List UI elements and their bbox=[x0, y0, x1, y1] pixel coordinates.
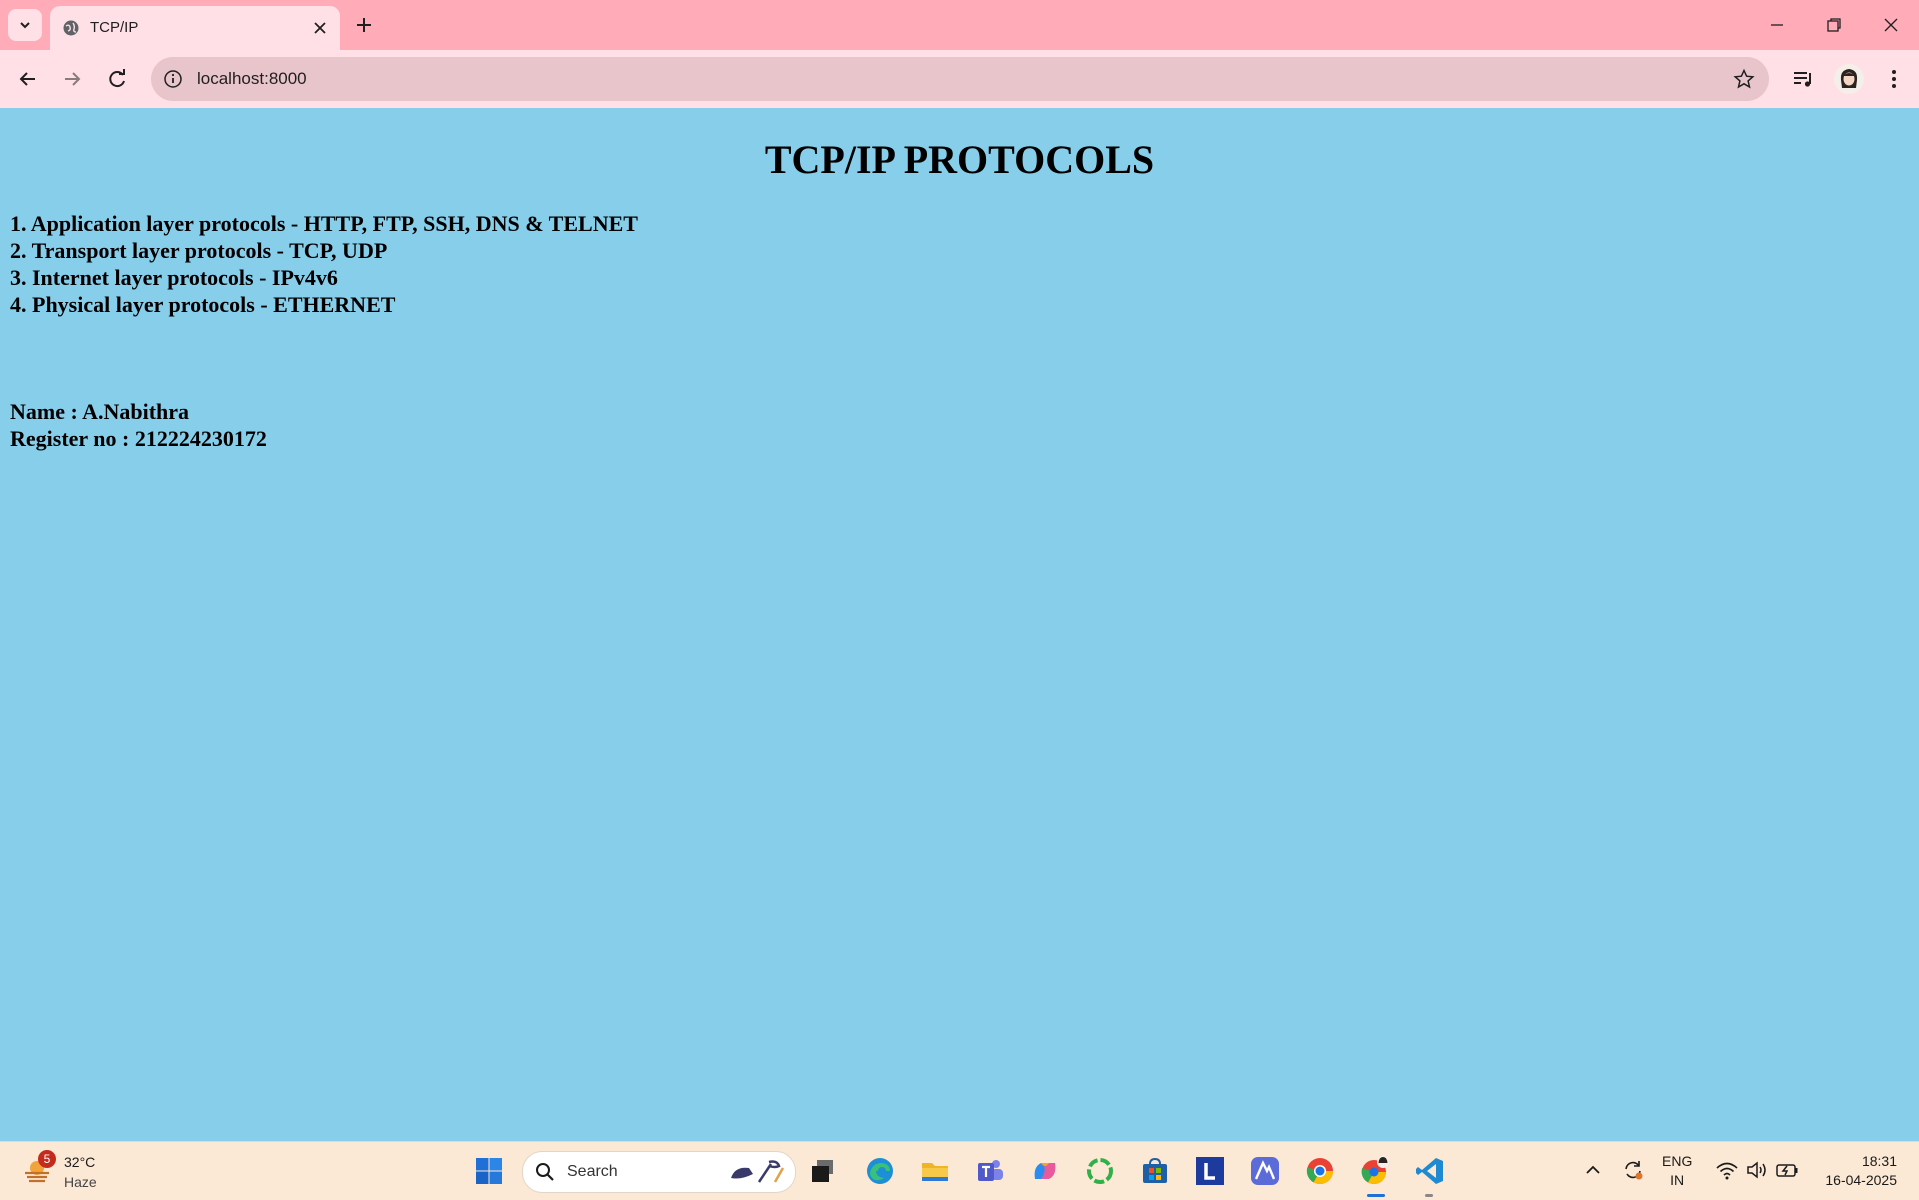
clock-time: 18:31 bbox=[1861, 1153, 1897, 1169]
minimize-icon[interactable] bbox=[1764, 12, 1790, 38]
page-body: TCP/IP PROTOCOLS 1. Application layer pr… bbox=[0, 108, 1919, 1141]
a-app[interactable] bbox=[1247, 1153, 1283, 1189]
back-arrow-icon[interactable] bbox=[14, 65, 42, 93]
close-window-icon[interactable] bbox=[1878, 12, 1904, 38]
chrome-icon bbox=[1306, 1158, 1334, 1185]
list-item: 2. Transport layer protocols - TCP, UDP bbox=[10, 238, 388, 263]
circle-app[interactable] bbox=[1082, 1153, 1118, 1189]
list-item: 4. Physical layer protocols - ETHERNET bbox=[10, 292, 396, 317]
store-icon bbox=[1143, 1157, 1167, 1183]
task-view-icon bbox=[812, 1160, 833, 1182]
region-code: IN bbox=[1670, 1172, 1685, 1188]
active-indicator bbox=[1367, 1194, 1385, 1197]
ring-app-icon bbox=[1087, 1158, 1113, 1184]
chevron-down-icon bbox=[20, 22, 30, 29]
chevron-up-icon[interactable] bbox=[1580, 1156, 1606, 1184]
media-controls-icon[interactable] bbox=[1788, 64, 1818, 94]
url-text[interactable]: localhost:8000 bbox=[197, 69, 307, 89]
tab-strip: TCP/IP bbox=[0, 0, 1919, 50]
close-icon[interactable] bbox=[310, 18, 330, 38]
store-app[interactable] bbox=[1137, 1153, 1173, 1189]
taskbar: 5 32°C Haze Search ENG IN 18:31 16-04-20… bbox=[0, 1141, 1919, 1200]
tab-search-button[interactable] bbox=[8, 9, 42, 41]
search-icon bbox=[536, 1163, 554, 1181]
weather-widget[interactable]: 5 32°C Haze bbox=[22, 1150, 112, 1194]
task-view-button[interactable] bbox=[805, 1153, 841, 1189]
globe-icon bbox=[63, 20, 79, 36]
tab-title: TCP/IP bbox=[90, 19, 139, 36]
address-bar[interactable]: localhost:8000 bbox=[151, 57, 1769, 101]
teams-app[interactable] bbox=[972, 1153, 1008, 1189]
search-highlight-icon bbox=[731, 1160, 785, 1183]
chrome-app[interactable] bbox=[1302, 1153, 1338, 1189]
restore-icon[interactable] bbox=[1821, 12, 1847, 38]
list-item: 3. Internet layer protocols - IPv4v6 bbox=[10, 265, 338, 290]
notification-badge: 5 bbox=[38, 1150, 56, 1168]
weather-condition: Haze bbox=[64, 1174, 97, 1190]
language-indicator[interactable]: ENG IN bbox=[1662, 1152, 1692, 1190]
reload-icon[interactable] bbox=[103, 65, 131, 93]
running-indicator bbox=[1425, 1194, 1433, 1197]
student-info: Name : A.Nabithra Register no : 21222423… bbox=[10, 398, 267, 452]
windows-logo-icon bbox=[476, 1158, 502, 1184]
sync-icon[interactable] bbox=[1620, 1156, 1646, 1184]
list-item: 1. Application layer protocols - HTTP, F… bbox=[10, 211, 638, 236]
browser-toolbar: localhost:8000 bbox=[0, 50, 1919, 109]
protocol-list: 1. Application layer protocols - HTTP, F… bbox=[10, 210, 638, 318]
teams-icon bbox=[978, 1160, 1003, 1181]
page-title: TCP/IP PROTOCOLS bbox=[764, 137, 1155, 182]
bookmark-star-icon[interactable] bbox=[1733, 68, 1755, 90]
search-placeholder: Search bbox=[567, 1163, 618, 1180]
vscode-app[interactable] bbox=[1412, 1153, 1448, 1189]
copilot-app[interactable] bbox=[1027, 1153, 1063, 1189]
vscode-icon bbox=[1416, 1158, 1443, 1184]
language-code: ENG bbox=[1662, 1153, 1693, 1169]
taskbar-search[interactable]: Search bbox=[522, 1151, 796, 1193]
triangle-logo-icon bbox=[1251, 1157, 1279, 1185]
system-clock[interactable]: 18:31 16-04-2025 bbox=[1825, 1152, 1897, 1190]
volume-icon[interactable] bbox=[1744, 1156, 1770, 1184]
profile-avatar[interactable] bbox=[1834, 64, 1864, 94]
file-explorer-app[interactable] bbox=[917, 1153, 953, 1189]
l-app[interactable] bbox=[1192, 1153, 1228, 1189]
edge-app[interactable] bbox=[862, 1153, 898, 1189]
new-tab-icon[interactable] bbox=[352, 13, 376, 37]
copilot-icon bbox=[1034, 1163, 1056, 1179]
site-info-icon[interactable] bbox=[163, 69, 183, 89]
chrome-profile-icon bbox=[1361, 1156, 1389, 1185]
battery-icon[interactable] bbox=[1774, 1156, 1800, 1184]
clock-date: 16-04-2025 bbox=[1825, 1172, 1897, 1188]
temperature: 32°C bbox=[64, 1154, 96, 1170]
start-button[interactable] bbox=[471, 1153, 507, 1189]
chrome-profile-app[interactable] bbox=[1357, 1153, 1393, 1189]
student-name: Name : A.Nabithra bbox=[10, 399, 190, 424]
forward-arrow-icon[interactable] bbox=[58, 65, 86, 93]
more-menu-icon[interactable] bbox=[1879, 64, 1909, 94]
folder-icon bbox=[922, 1163, 948, 1181]
l-letter-icon bbox=[1196, 1157, 1224, 1185]
edge-icon bbox=[867, 1158, 893, 1184]
tab-tcpip[interactable]: TCP/IP bbox=[50, 6, 340, 50]
wifi-icon[interactable] bbox=[1714, 1156, 1740, 1184]
register-number: Register no : 212224230172 bbox=[10, 426, 267, 451]
avatar-icon bbox=[1840, 69, 1858, 88]
